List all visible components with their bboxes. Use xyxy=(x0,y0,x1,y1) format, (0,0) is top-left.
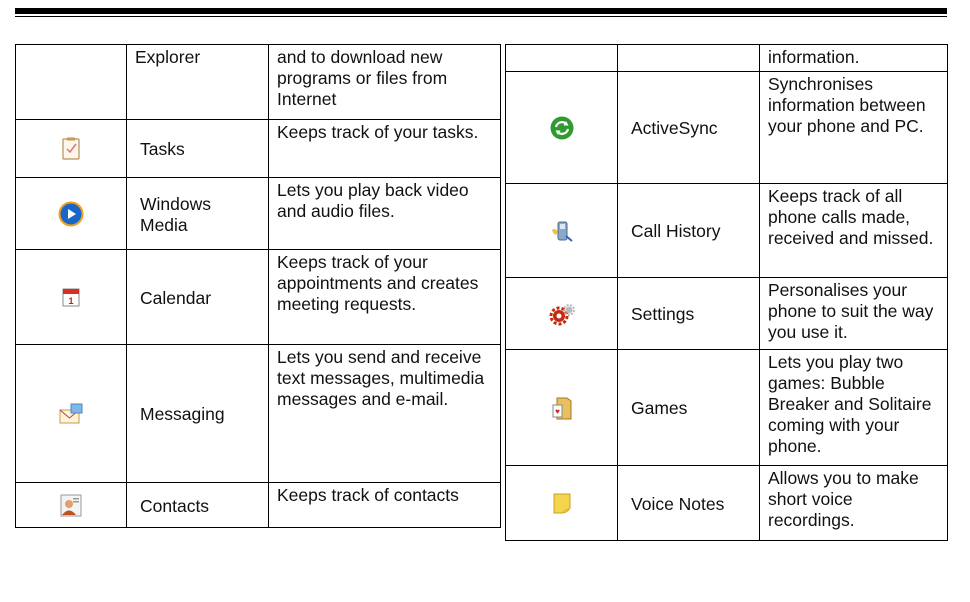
icon-cell-empty xyxy=(505,44,618,72)
contacts-icon xyxy=(58,492,84,518)
table-row: Voice Notes Allows you to make short voi… xyxy=(505,465,948,541)
program-description: Lets you send and receive text messages,… xyxy=(268,344,501,483)
messaging-icon xyxy=(58,401,84,427)
program-description: Personalises your phone to suit the way … xyxy=(759,277,948,350)
table-row: Call History Keeps track of all phone ca… xyxy=(505,183,948,278)
icon-cell-empty xyxy=(15,44,127,120)
table-row: Explorer and to download new programs or… xyxy=(15,44,501,120)
program-name: Settings xyxy=(617,277,760,350)
tasks-icon xyxy=(58,136,84,162)
table-row: information. xyxy=(505,44,948,72)
table-row: Windows Media Lets you play back video a… xyxy=(15,177,501,250)
program-description: Allows you to make short voice recording… xyxy=(759,465,948,541)
program-name: Contacts xyxy=(126,482,269,528)
program-description: Synchronises information between your ph… xyxy=(759,71,948,184)
activesync-icon xyxy=(549,115,575,141)
header-rule-thin xyxy=(15,16,947,17)
programs-table-left: Explorer and to download new programs or… xyxy=(15,44,501,528)
program-description: Keeps track of your tasks. xyxy=(268,119,501,178)
table-row: Settings Personalises your phone to suit… xyxy=(505,277,948,350)
settings-icon xyxy=(549,301,575,327)
program-name: Messaging xyxy=(126,344,269,483)
table-row: ♥ Games Lets you play two games: Bubble … xyxy=(505,349,948,466)
header-rule-thick xyxy=(15,8,947,14)
program-description: Lets you play two games: Bubble Breaker … xyxy=(759,349,948,466)
table-row: ActiveSync Synchronises information betw… xyxy=(505,71,948,184)
table-row: 1 Calendar Keeps track of your appointme… xyxy=(15,249,501,345)
svg-text:♥: ♥ xyxy=(555,407,560,416)
program-name: Calendar xyxy=(126,249,269,345)
windows-media-icon xyxy=(58,201,84,227)
program-description: and to download new programs or files fr… xyxy=(268,44,501,120)
program-name: Call History xyxy=(617,183,760,278)
table-row: Tasks Keeps track of your tasks. xyxy=(15,119,501,178)
call-history-icon xyxy=(549,218,575,244)
games-icon: ♥ xyxy=(549,395,575,421)
table-row: Messaging Lets you send and receive text… xyxy=(15,344,501,483)
program-description: Keeps track of your appointments and cre… xyxy=(268,249,501,345)
program-name: Explorer xyxy=(126,44,269,120)
program-name: Windows Media xyxy=(126,177,269,250)
programs-table-right: information. ActiveSync Synchronises inf… xyxy=(505,44,948,541)
calendar-icon: 1 xyxy=(58,284,84,310)
program-description: Keeps track of contacts xyxy=(268,482,501,528)
program-name: Voice Notes xyxy=(617,465,760,541)
program-name: Tasks xyxy=(126,119,269,178)
table-row: Contacts Keeps track of contacts xyxy=(15,482,501,528)
program-description: Keeps track of all phone calls made, rec… xyxy=(759,183,948,278)
svg-text:1: 1 xyxy=(68,296,73,306)
program-description: information. xyxy=(759,44,948,72)
program-name: ActiveSync xyxy=(617,71,760,184)
program-name xyxy=(617,44,760,72)
program-description: Lets you play back video and audio files… xyxy=(268,177,501,250)
program-name: Games xyxy=(617,349,760,466)
voice-notes-icon xyxy=(549,490,575,516)
